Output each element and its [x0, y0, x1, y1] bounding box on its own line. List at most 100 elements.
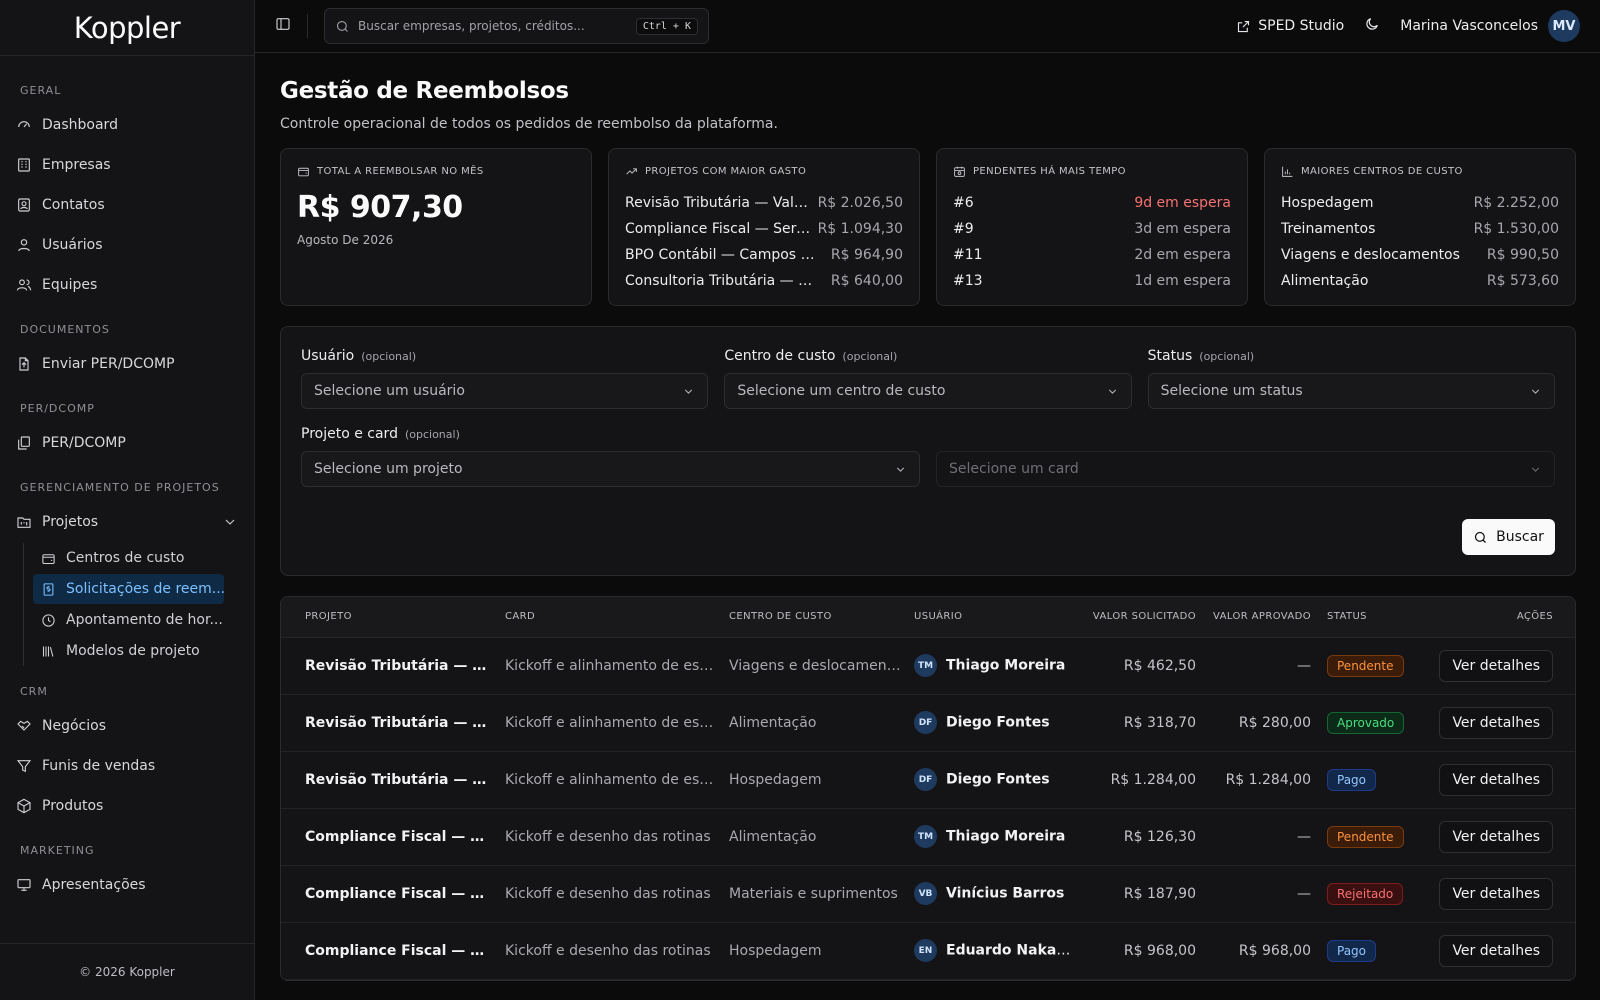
projeto-select[interactable]: Selecione um projeto: [301, 451, 920, 487]
avatar: EN: [914, 939, 937, 962]
cell-acoes: Ver detalhes: [1416, 922, 1575, 980]
cell-centro-custo: Materiais e suprimentos: [717, 865, 902, 923]
cell-usuario: TM Thiago Moreira: [902, 637, 1084, 695]
sidebar-item-dashboard[interactable]: Dashboard: [0, 105, 254, 145]
status-select[interactable]: Selecione um status: [1147, 373, 1555, 409]
receipt-icon: [43, 582, 54, 596]
package-icon: [16, 798, 32, 814]
ver-detalhes-button[interactable]: Ver detalhes: [1439, 877, 1553, 910]
sidebar-item-produtos[interactable]: Produtos: [0, 786, 254, 826]
card-centros-custo: MAIORES CENTROS DE CUSTO Hospedagem R$ 2.…: [1264, 148, 1576, 306]
sidebar-toggle-icon[interactable]: [275, 16, 291, 36]
column-header-card[interactable]: CARD: [487, 597, 717, 638]
moon-icon[interactable]: [1364, 16, 1380, 36]
ver-detalhes-button[interactable]: Ver detalhes: [1439, 820, 1553, 853]
item-value: R$ 640,00: [830, 273, 903, 289]
column-header-valor-aprovado[interactable]: VALOR APROVADO: [1196, 597, 1311, 638]
item-value: R$ 964,90: [830, 247, 903, 263]
sidebar-item-apresentacoes[interactable]: Apresentações: [0, 865, 254, 905]
avatar: VB: [914, 882, 937, 905]
column-header-valor-solicitado[interactable]: VALOR SOLICITADO: [1084, 597, 1196, 638]
sidebar-item-contatos[interactable]: Contatos: [0, 185, 254, 225]
card-label-text: PROJETOS COM MAIOR GASTO: [645, 166, 807, 177]
list-item[interactable]: #13 1d em espera: [953, 268, 1231, 294]
sped-studio-link[interactable]: SPED Studio: [1236, 18, 1344, 34]
card-select: Selecione um card: [936, 451, 1555, 487]
summary-cards: TOTAL A REEMBOLSAR NO MÊS R$ 907,30 Agos…: [280, 148, 1576, 306]
column-header-usuario[interactable]: USUÁRIO: [902, 597, 1084, 638]
user-menu[interactable]: Marina Vasconcelos MV: [1400, 10, 1580, 42]
section-label-marketing: MARKETING: [20, 844, 95, 857]
list-item[interactable]: #6 9d em espera: [953, 190, 1231, 216]
ver-detalhes-button[interactable]: Ver detalhes: [1439, 934, 1553, 967]
sidebar-item-solicitacoes-reembolso[interactable]: Solicitações de reem...: [33, 574, 224, 604]
list-item[interactable]: #11 2d em espera: [953, 242, 1231, 268]
cell-valor-aprovado: R$ 280,00: [1196, 694, 1311, 752]
sidebar-item-centros-de-custo[interactable]: Centros de custo: [33, 543, 224, 573]
item-value: R$ 1.094,30: [817, 221, 903, 237]
user-name: Marina Vasconcelos: [1400, 18, 1538, 34]
file-upload-icon: [16, 356, 32, 372]
sidebar-item-perdcomp[interactable]: PER/DCOMP: [0, 423, 254, 463]
usuario-select[interactable]: Selecione um usuário: [301, 373, 709, 409]
table-row[interactable]: Revisão Tributária — Vale V...Kickoff e …: [281, 751, 1575, 809]
cell-usuario: VB Vinícius Barros: [902, 865, 1084, 923]
sidebar-item-modelos-projeto[interactable]: Modelos de projeto: [33, 636, 224, 666]
status-badge: Rejeitado: [1327, 882, 1404, 905]
table-row[interactable]: Revisão Tributária — Vale V...Kickoff e …: [281, 694, 1575, 752]
cell-card: Kickoff e alinhamento de escopo: [487, 751, 717, 809]
chevron-down-icon: [1531, 467, 1540, 472]
ver-detalhes-button[interactable]: Ver detalhes: [1439, 706, 1553, 739]
table-row[interactable]: Compliance Fiscal — Serra ...Kickoff e d…: [281, 865, 1575, 923]
card-pendentes: PENDENTES HÁ MAIS TEMPO #6 9d em espera #…: [936, 148, 1248, 306]
table-row[interactable]: Revisão Tributária — Vale V...Kickoff e …: [281, 637, 1575, 695]
card-total-mes: TOTAL A REEMBOLSAR NO MÊS R$ 907,30 Agos…: [280, 148, 592, 306]
cell-centro-custo: Viagens e deslocamentos: [717, 637, 902, 695]
keyboard-shortcut: Ctrl + K: [635, 17, 698, 35]
optional-hint: (opcional): [404, 427, 460, 441]
column-header-status[interactable]: STATUS: [1311, 597, 1416, 638]
table-row[interactable]: Compliance Fiscal — Serra ...Kickoff e d…: [281, 922, 1575, 980]
sidebar-item-label: Modelos de projeto: [66, 643, 200, 659]
sidebar-item-equipes[interactable]: Equipes: [0, 265, 254, 305]
table-row[interactable]: Compliance Fiscal — Serra ...Kickoff e d…: [281, 808, 1575, 866]
list-item[interactable]: #9 3d em espera: [953, 216, 1231, 242]
field-label: Projeto e card (opcional): [301, 421, 920, 447]
search-icon: [1474, 531, 1487, 543]
sidebar-item-usuarios[interactable]: Usuários: [0, 225, 254, 265]
sidebar-item-apontamento-horas[interactable]: Apontamento de hor...: [33, 605, 224, 635]
sidebar-item-label: Centros de custo: [66, 550, 185, 566]
item-value: R$ 990,50: [1486, 247, 1559, 263]
status-badge: Pago: [1327, 768, 1377, 791]
users-icon: [16, 277, 32, 293]
sidebar-item-negocios[interactable]: Negócios: [0, 706, 254, 746]
section-label-crm: CRM: [20, 685, 48, 698]
search-button[interactable]: Buscar: [1462, 519, 1555, 555]
item-name: Consultoria Tributária — Órion: [625, 273, 815, 289]
app-logo[interactable]: Koppler: [0, 0, 254, 56]
search-input[interactable]: Buscar empresas, projetos, créditos... C…: [324, 8, 709, 44]
column-header-projeto[interactable]: PROJETO: [281, 597, 487, 638]
sidebar-item-projetos[interactable]: Projetos: [0, 502, 254, 542]
item-name: #6: [953, 195, 974, 211]
ver-detalhes-button[interactable]: Ver detalhes: [1439, 763, 1553, 796]
sidebar-item-funis[interactable]: Funis de vendas: [0, 746, 254, 786]
sidebar-item-label: PER/DCOMP: [42, 435, 126, 451]
field-label-spacer: [936, 421, 1555, 447]
sidebar-item-enviar-perdcomp[interactable]: Enviar PER/DCOMP: [0, 344, 254, 384]
ver-detalhes-button[interactable]: Ver detalhes: [1439, 649, 1553, 682]
chevron-down-icon[interactable]: [222, 514, 238, 530]
main-content: Gestão de Reembolsos Controle operaciona…: [280, 53, 1576, 981]
item-name: Hospedagem: [1281, 195, 1374, 211]
list-item: Revisão Tributária — Vale V... R$ 2.026,5…: [625, 190, 903, 216]
sidebar-item-label: Solicitações de reem...: [66, 581, 224, 597]
sidebar-item-empresas[interactable]: Empresas: [0, 145, 254, 185]
column-header-centro-custo[interactable]: CENTRO DE CUSTO: [717, 597, 902, 638]
status-badge: Pago: [1327, 939, 1377, 962]
item-name: Compliance Fiscal — Serra ...: [625, 221, 815, 237]
cell-centro-custo: Alimentação: [717, 694, 902, 752]
card-label-text: MAIORES CENTROS DE CUSTO: [1301, 166, 1463, 177]
table-header-row: PROJETO CARD CENTRO DE CUSTO USUÁRIO VAL…: [281, 597, 1575, 638]
filter-status: Status (opcional) Selecione um status: [1147, 343, 1555, 409]
centro-custo-select[interactable]: Selecione um centro de custo: [724, 373, 1132, 409]
